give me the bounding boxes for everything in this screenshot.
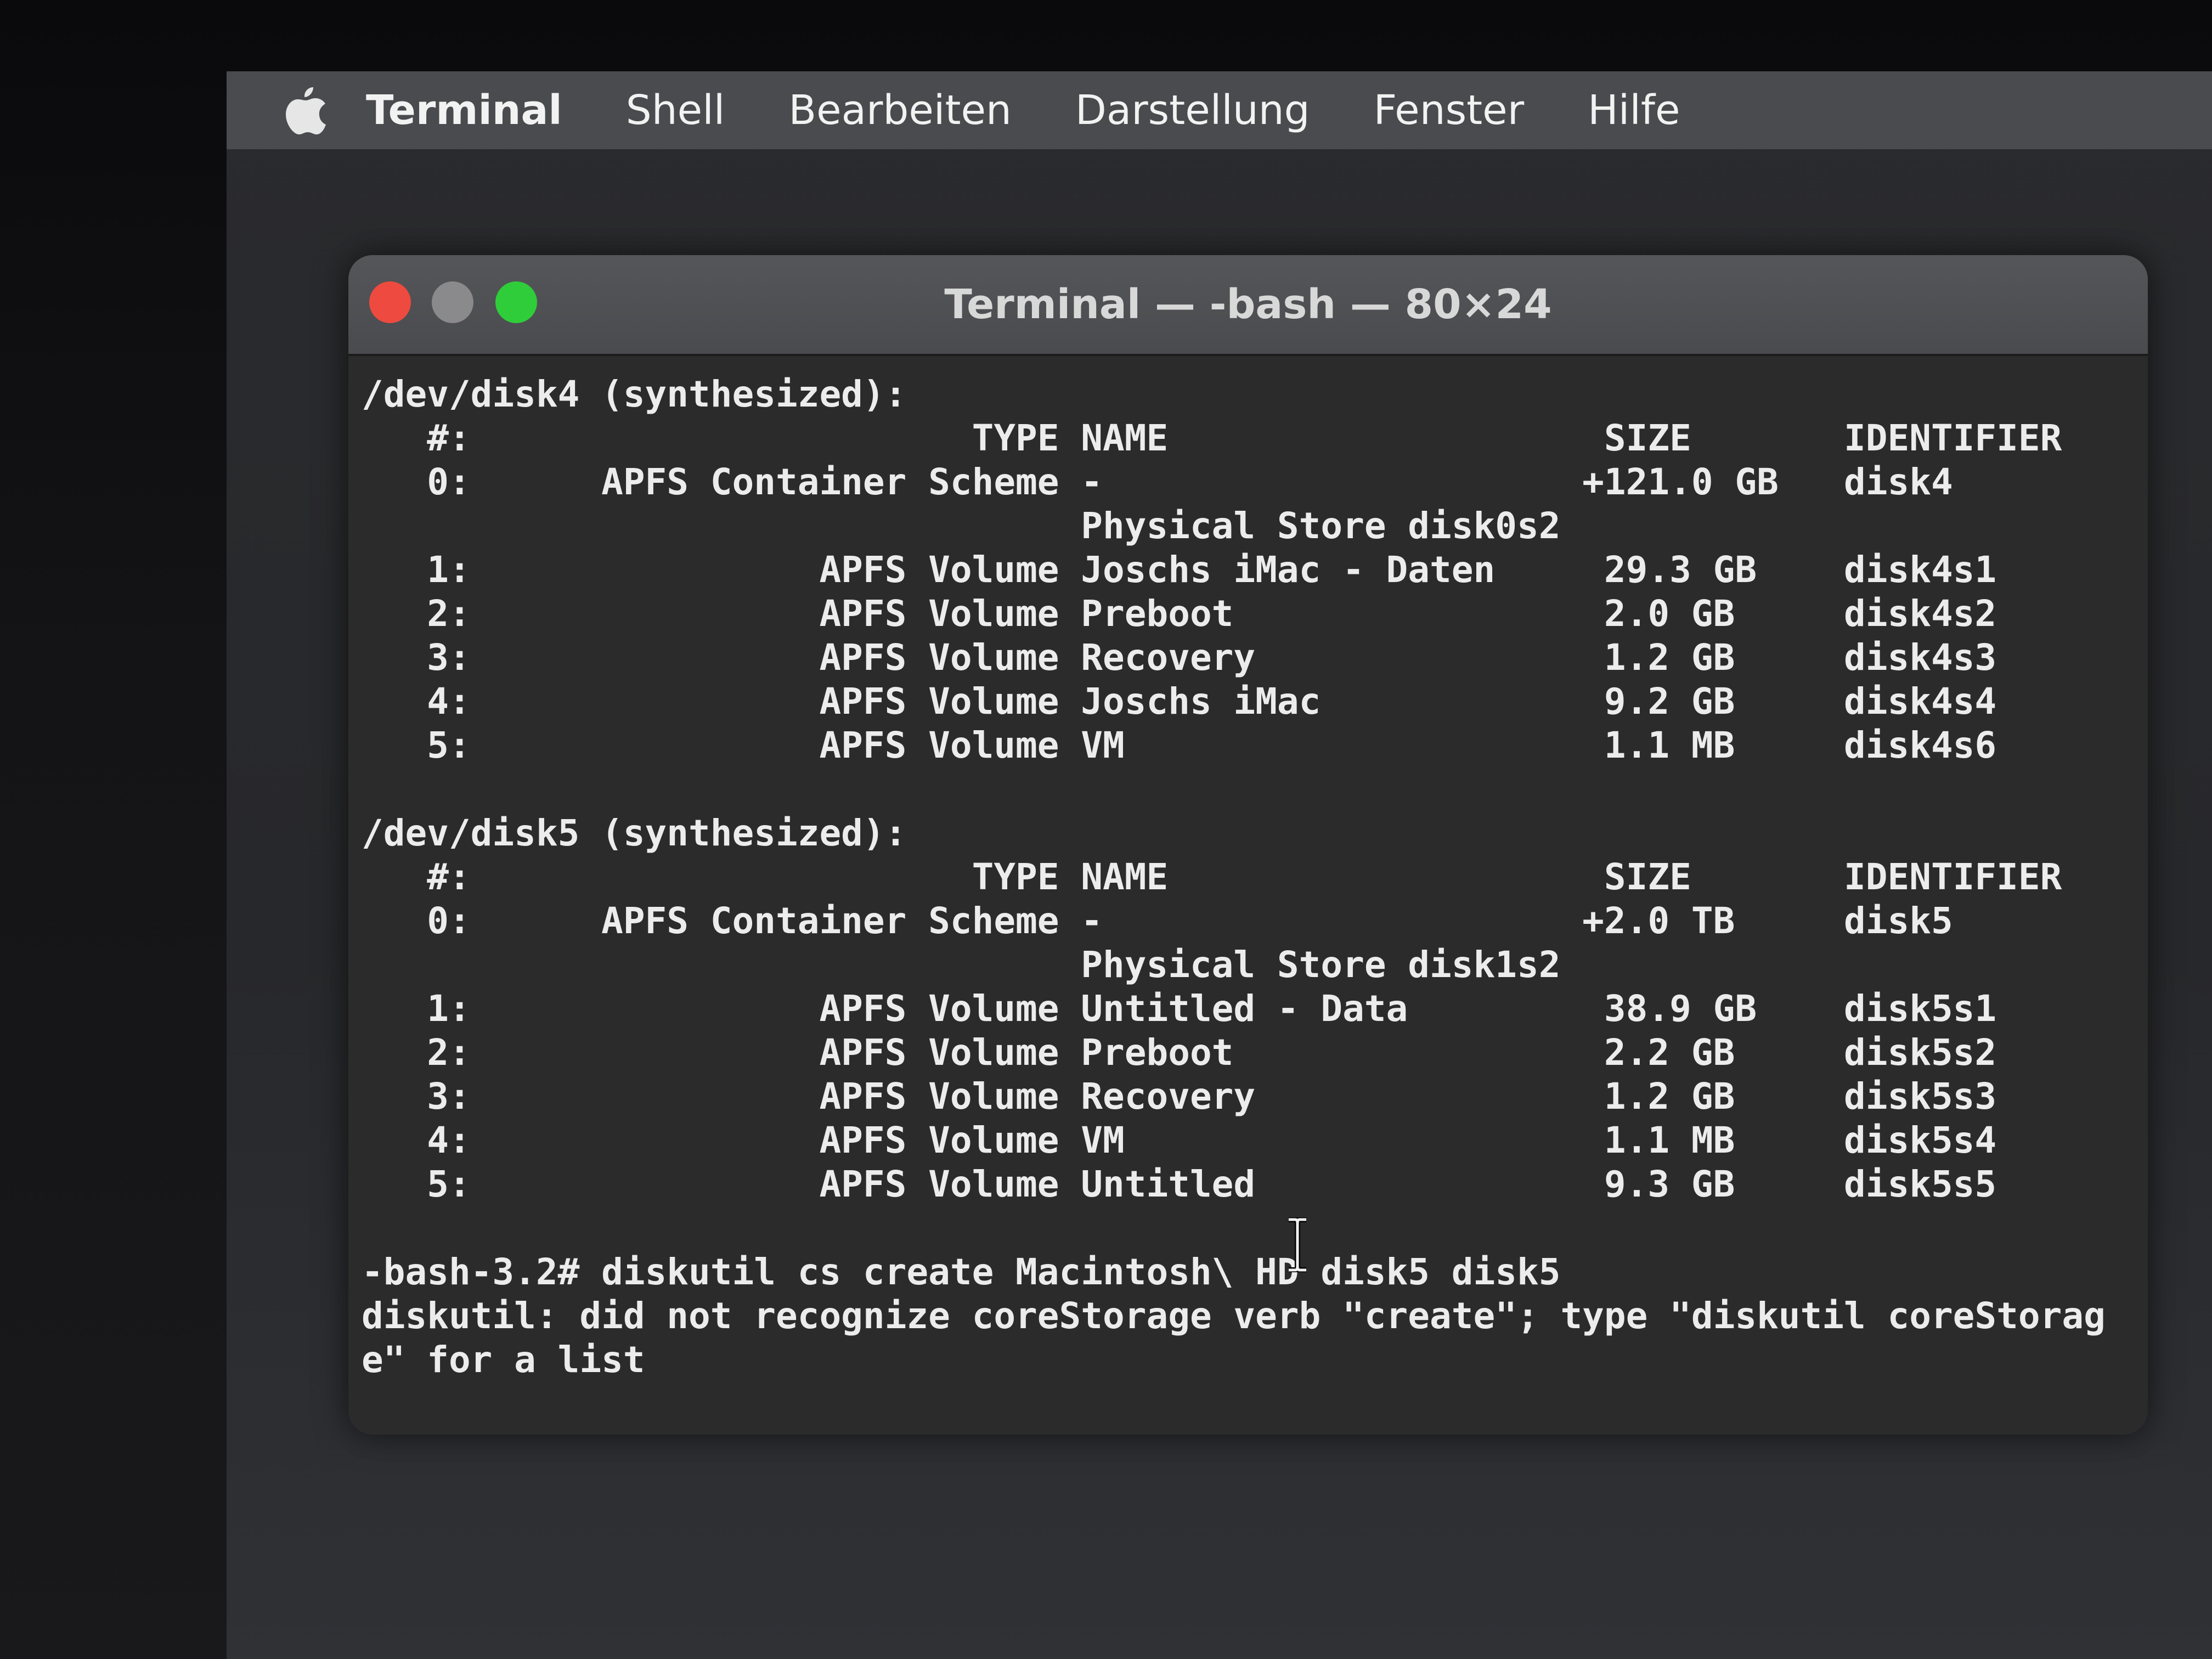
- terminal-line: 5: APFS Volume VM 1.1 MB disk4s6: [362, 724, 1997, 766]
- terminal-line: 3: APFS Volume Recovery 1.2 GB disk5s3: [362, 1075, 1997, 1118]
- terminal-prompt-line: -bash-3.2# diskutil cs create Macintosh\…: [362, 1251, 1561, 1293]
- terminal-line: e" for a list: [362, 1339, 645, 1381]
- terminal-line: 3: APFS Volume Recovery 1.2 GB disk4s3: [362, 636, 1997, 679]
- terminal-line: 1: APFS Volume Joschs iMac - Daten 29.3 …: [362, 549, 1997, 591]
- text-cursor-icon: [1285, 1217, 1310, 1273]
- text-cursor-shape: [1289, 1217, 1306, 1273]
- terminal-window[interactable]: Terminal — -bash — 80×24 /dev/disk4 (syn…: [348, 255, 2148, 1435]
- terminal-line: /dev/disk4 (synthesized):: [362, 373, 907, 415]
- terminal-line: 1: APFS Volume Untitled - Data 38.9 GB d…: [362, 988, 1997, 1030]
- menu-hilfe[interactable]: Hilfe: [1588, 87, 1680, 134]
- terminal-line: 4: APFS Volume VM 1.1 MB disk5s4: [362, 1119, 1997, 1161]
- menu-bearbeiten[interactable]: Bearbeiten: [788, 87, 1012, 134]
- apple-logo-icon[interactable]: [285, 85, 326, 136]
- terminal-line: 0: APFS Container Scheme - +121.0 GB dis…: [362, 461, 1953, 503]
- terminal-line: Physical Store disk1s2: [362, 944, 1561, 986]
- window-title: Terminal — -bash — 80×24: [944, 281, 1552, 328]
- terminal-line: 2: APFS Volume Preboot 2.0 GB disk4s2: [362, 592, 1997, 635]
- menu-fenster[interactable]: Fenster: [1374, 87, 1524, 134]
- terminal-line: diskutil: did not recognize coreStorage …: [362, 1295, 2106, 1337]
- terminal-line: /dev/disk5 (synthesized):: [362, 812, 907, 854]
- menu-shell[interactable]: Shell: [626, 87, 725, 134]
- terminal-line: Physical Store disk0s2: [362, 505, 1561, 547]
- window-titlebar[interactable]: Terminal — -bash — 80×24: [348, 255, 2148, 356]
- terminal-line: 0: APFS Container Scheme - +2.0 TB disk5: [362, 900, 1953, 942]
- terminal-line: #: TYPE NAME SIZE IDENTIFIER: [362, 417, 2062, 459]
- terminal-line: 2: APFS Volume Preboot 2.2 GB disk5s2: [362, 1031, 1997, 1074]
- menu-terminal[interactable]: Terminal: [366, 87, 562, 134]
- terminal-line: 5: APFS Volume Untitled 9.3 GB disk5s5: [362, 1163, 1997, 1205]
- menu-bar: Terminal Shell Bearbeiten Darstellung Fe…: [227, 71, 2212, 149]
- apple-logo-shape: [286, 87, 326, 134]
- terminal-output[interactable]: /dev/disk4 (synthesized): #: TYPE NAME S…: [362, 373, 2139, 1426]
- terminal-line: #: TYPE NAME SIZE IDENTIFIER: [362, 856, 2062, 898]
- menu-darstellung[interactable]: Darstellung: [1075, 87, 1310, 134]
- terminal-line: 4: APFS Volume Joschs iMac 9.2 GB disk4s…: [362, 680, 1997, 723]
